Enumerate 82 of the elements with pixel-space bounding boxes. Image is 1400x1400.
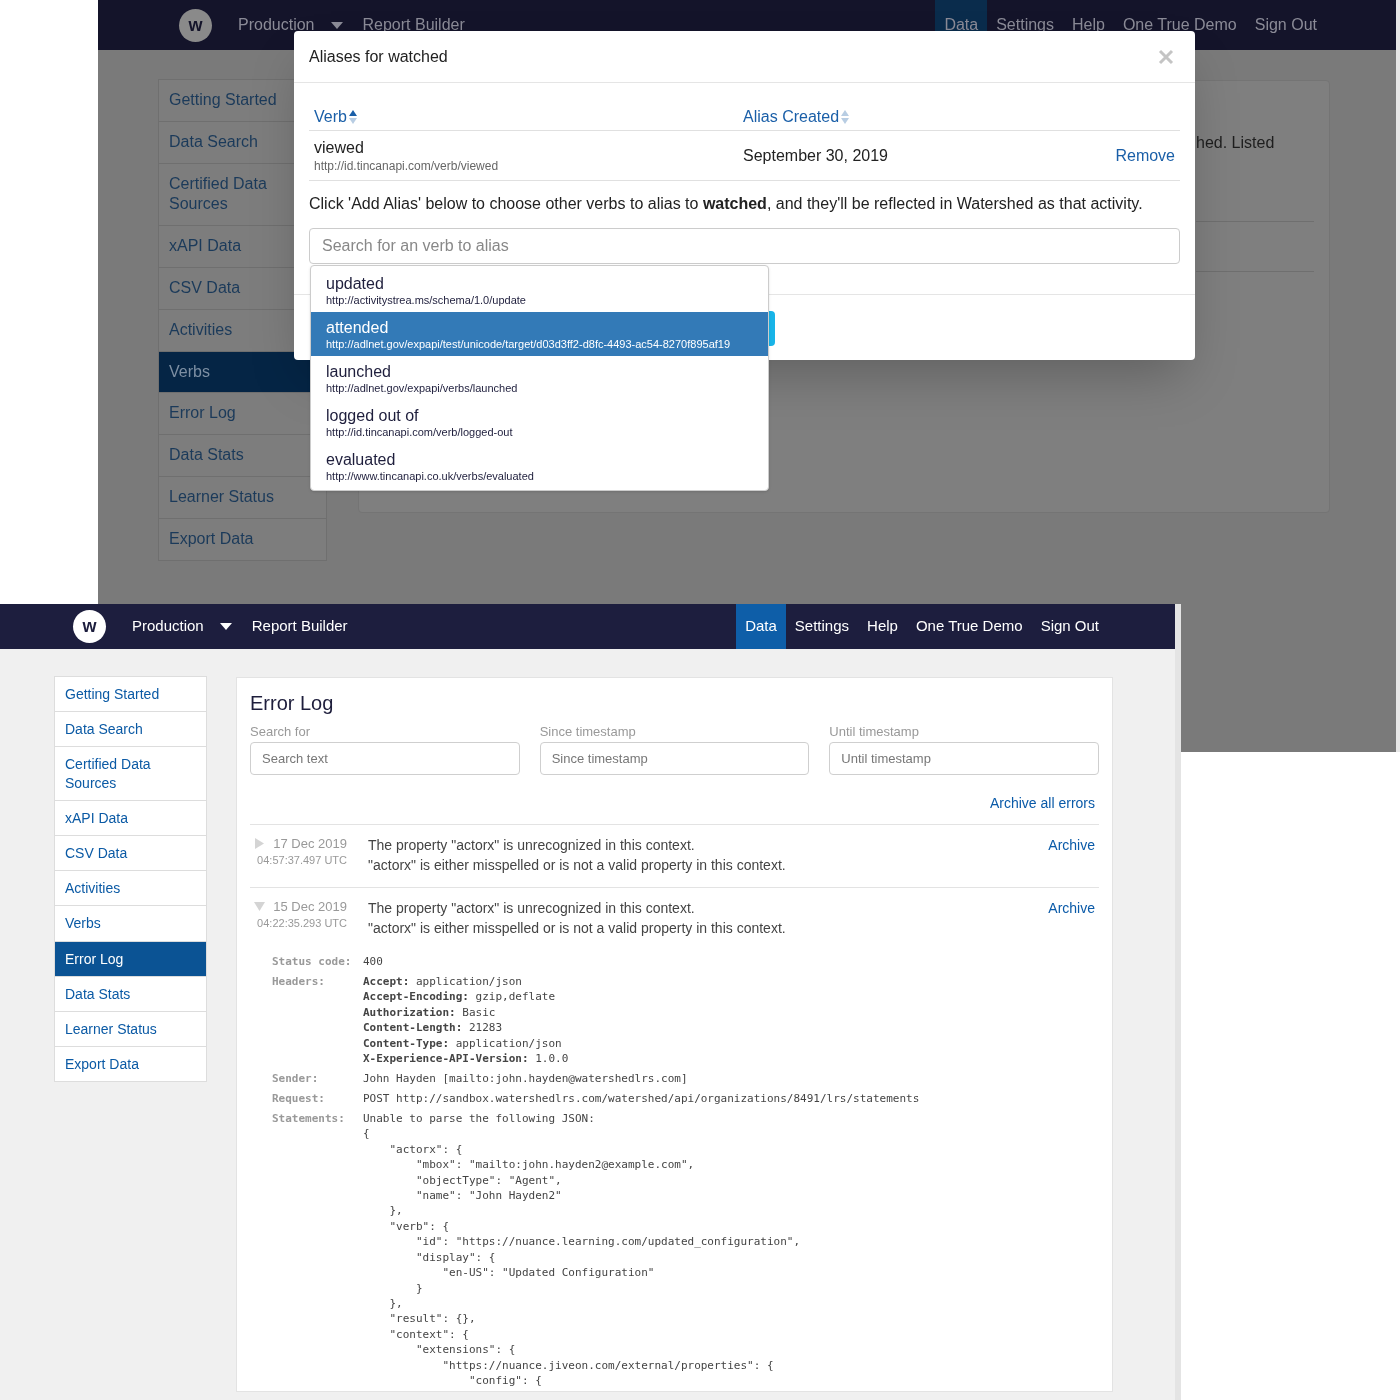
filter-field[interactable]: Until timestamp: [829, 742, 1099, 775]
detail-line: Content-Type: application/json: [363, 1035, 563, 1052]
nav-tab[interactable]: Settings: [785, 604, 859, 649]
dialog-title: Aliases for watched: [309, 46, 448, 67]
detail-line: POST http://sandbox.watershedlrs.com/watershed/api/organizations/8491/lrs/statements: [363, 1091, 920, 1107]
sidebar-item[interactable]: Export Data: [54, 1046, 207, 1083]
detail-line: X-Experience-API-Version: 1.0.0: [363, 1051, 569, 1067]
detail-label: Sender:: [272, 1071, 320, 1087]
sidebar-item[interactable]: Verbs: [54, 905, 207, 942]
nav-tab[interactable]: Sign Out: [1031, 604, 1108, 649]
nav-tab[interactable]: Help: [858, 604, 907, 649]
archive-link[interactable]: Archive: [1048, 898, 1099, 938]
archive-link[interactable]: Archive: [1048, 835, 1099, 875]
detail-line: Authorization: Basic: [363, 1004, 497, 1021]
nav-tab[interactable]: Sign Out: [1245, 0, 1326, 50]
error-message: The property "actorx" is unrecognized in this context.: [368, 836, 696, 855]
detail-line: "extensions": {: [414, 1342, 517, 1358]
error-date: 15 Dec 2019: [273, 898, 347, 916]
collapsed-triangle-icon[interactable]: [254, 838, 265, 849]
detail-line: "mbox": "mailto:john.hayden2@example.com",: [414, 1157, 696, 1173]
logo[interactable]: w: [179, 8, 212, 42]
nav-dropdown[interactable]: Production: [238, 13, 315, 37]
detail-line: }: [414, 1280, 424, 1296]
detail-line: "objectType": "Agent",: [414, 1172, 563, 1189]
detail-label: Headers:: [272, 974, 326, 990]
detail-line: {: [363, 1126, 371, 1142]
filter-field[interactable]: Since timestamp: [539, 742, 810, 775]
page-title: Error Log: [250, 691, 335, 716]
sidebar-item[interactable]: Activities: [54, 870, 207, 907]
sidebar-item[interactable]: Error Log: [54, 940, 207, 977]
detail-line: "name": "John Hayden2": [414, 1188, 563, 1204]
detail-line: "config": {: [467, 1372, 543, 1389]
error-time: 04:57:37.497 UTC: [257, 853, 347, 867]
field-label: Search for: [250, 724, 311, 740]
nav-tab[interactable]: Data: [736, 604, 786, 649]
archive-all-link[interactable]: Archive all errors: [989, 793, 1095, 814]
nav-link[interactable]: Report Builder: [251, 615, 348, 638]
alias-date: September 30, 2019: [743, 145, 888, 166]
error-message: The property "actorx" is unrecognized in this context.: [368, 899, 696, 918]
logo[interactable]: w: [73, 610, 106, 643]
error-detail: "actorx" is either misspelled or is not a valid property in this context.: [368, 919, 786, 938]
close-icon[interactable]: [1158, 48, 1174, 65]
detail-line: 400: [363, 954, 383, 970]
detail-line: "result": {},: [388, 1311, 477, 1327]
detail-line: Accept: application/json: [363, 974, 523, 990]
filter-field[interactable]: Search text: [250, 742, 520, 775]
detail-line: "id": "https://nuance.learning.com/updated_configuration",: [414, 1234, 801, 1250]
field-label: Until timestamp: [829, 724, 920, 740]
detail-label: Status code:: [272, 954, 353, 970]
detail-line: Unable to parse the following JSON:: [363, 1111, 596, 1127]
error-detail: "actorx" is either misspelled or is not a valid property in this context.: [368, 856, 786, 875]
detail-line: "display": {: [414, 1249, 497, 1266]
remove-link[interactable]: Remove: [1115, 143, 1175, 168]
detail-line: "en-US": "Updated Configuration": [441, 1265, 656, 1281]
suggestion-item[interactable]: attended http://adlnet.gov/expapi/test/unicode/target/d03d3ff2-d8fc-4493-ac54-8270f895af19: [311, 312, 768, 356]
caret-icon: [330, 21, 343, 29]
detail-line: "actorx": {: [388, 1141, 464, 1158]
detail-label: Request:: [272, 1091, 326, 1107]
nav-tab[interactable]: One True Demo: [906, 604, 1032, 649]
caret-icon: [219, 623, 232, 630]
detail-line: },: [388, 1203, 404, 1219]
field-label: Since timestamp: [539, 724, 637, 740]
sidebar-item[interactable]: Getting Started: [54, 676, 207, 713]
panel-text: hed. Listed: [1196, 134, 1275, 151]
detail-line: "https://nuance.jiveon.com/external/properties": {: [441, 1357, 775, 1373]
column-header[interactable]: Alias Created: [743, 104, 840, 129]
expanded-triangle-icon[interactable]: [254, 901, 265, 912]
detail-line: Content-Length: 21283: [363, 1020, 504, 1036]
nav-dropdown[interactable]: Production: [132, 615, 204, 638]
sidebar-item[interactable]: Data Stats: [54, 975, 207, 1012]
sidebar-item[interactable]: xAPI Data: [54, 799, 207, 836]
detail-line: "verb": {: [388, 1218, 451, 1235]
detail-line: "context": {: [388, 1326, 470, 1343]
detail-label: Statements:: [272, 1111, 346, 1128]
error-time: 04:22:35.293 UTC: [257, 916, 347, 930]
sidebar-item[interactable]: Certified Data Sources: [54, 746, 207, 801]
detail-line: John Hayden [mailto:john.hayden@watershedlrs.com]: [363, 1071, 688, 1087]
sidebar-item[interactable]: Data Search: [54, 711, 207, 748]
search-field[interactable]: Search for an verb to alias: [309, 228, 1180, 264]
detail-line: },: [388, 1295, 404, 1312]
detail-line: Accept-Encoding: gzip,deflate: [363, 989, 557, 1005]
error-date: 17 Dec 2019: [273, 835, 347, 853]
